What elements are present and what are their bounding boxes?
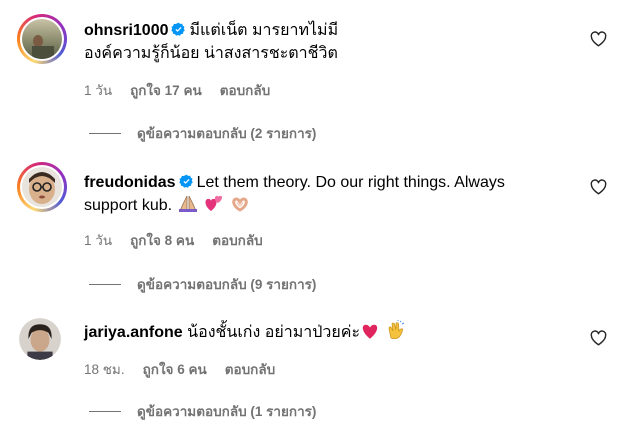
praying-hands-emoji (178, 195, 197, 212)
username[interactable]: ohnsri1000 (84, 22, 168, 39)
avatar[interactable] (17, 14, 67, 64)
view-replies-label: ดูข้อความตอบกลับ (9 รายการ) (137, 277, 317, 292)
comment-body-line2: support kub. (84, 197, 173, 214)
comment-body-line2: องค์ความรู้ก็น้อย น่าสงสารชะตาชีวิต (84, 45, 338, 62)
reply-button[interactable]: ตอบกลับ (225, 362, 275, 377)
comment-body-line1: น้องชั้นเก่ง อย่ามาป่วยค่ะ (187, 324, 361, 341)
heart-outline-icon[interactable] (590, 179, 607, 195)
view-replies-button[interactable]: ดูข้อความตอบกลับ (9 รายการ) (89, 273, 316, 295)
comment-meta: 1 วัน ถูกใจ 17 คน ตอบกลับ (84, 79, 288, 101)
likes-count[interactable]: ถูกใจ 8 คน (130, 233, 194, 248)
heart-outline-icon[interactable] (590, 330, 607, 346)
heart-hands-emoji (232, 197, 249, 212)
comment-text: freudonidas Let them theory. Do our right… (84, 171, 562, 217)
reply-button[interactable]: ตอบกลับ (212, 233, 262, 248)
comment-text: jariya.anfone น้องชั้นเก่ง อย่ามาป่วยค่ะ (84, 320, 562, 344)
comment-time[interactable]: 1 วัน (84, 233, 112, 248)
likes-count[interactable]: ถูกใจ 17 คน (130, 83, 202, 98)
comment-time[interactable]: 1 วัน (84, 83, 112, 98)
avatar[interactable] (19, 318, 61, 360)
heart-emoji (362, 324, 378, 339)
comment-time[interactable]: 18 ชม. (84, 362, 125, 377)
comment-body-line1: Let them theory. Do our right things. Al… (196, 174, 505, 191)
username[interactable]: jariya.anfone (84, 324, 183, 341)
divider-line (89, 410, 121, 412)
divider-line (89, 283, 121, 285)
view-replies-label: ดูข้อความตอบกลับ (1 รายการ) (137, 404, 317, 419)
comment-text: ohnsri1000 มีแต่เน็ต มารยาทไม่มี องค์ความ… (84, 19, 562, 65)
divider-line (89, 132, 121, 134)
heart-outline-icon[interactable] (590, 31, 607, 47)
comment-body-line1: มีแต่เน็ต มารยาทไม่มี (189, 22, 339, 39)
verified-badge-icon (178, 174, 193, 188)
two-hearts-emoji (205, 195, 223, 211)
username[interactable]: freudonidas (84, 174, 176, 191)
comment-meta: 18 ชม. ถูกใจ 6 คน ตอบกลับ (84, 358, 293, 380)
view-replies-button[interactable]: ดูข้อความตอบกลับ (2 รายการ) (89, 122, 316, 144)
comment-meta: 1 วัน ถูกใจ 8 คน ตอบกลับ (84, 229, 281, 251)
likes-count[interactable]: ถูกใจ 6 คน (143, 362, 207, 377)
avatar[interactable] (17, 162, 67, 212)
clapping-hands-emoji (388, 320, 404, 340)
reply-button[interactable]: ตอบกลับ (220, 83, 270, 98)
verified-badge-icon (171, 22, 186, 36)
view-replies-label: ดูข้อความตอบกลับ (2 รายการ) (137, 126, 317, 141)
view-replies-button[interactable]: ดูข้อความตอบกลับ (1 รายการ) (89, 400, 316, 422)
